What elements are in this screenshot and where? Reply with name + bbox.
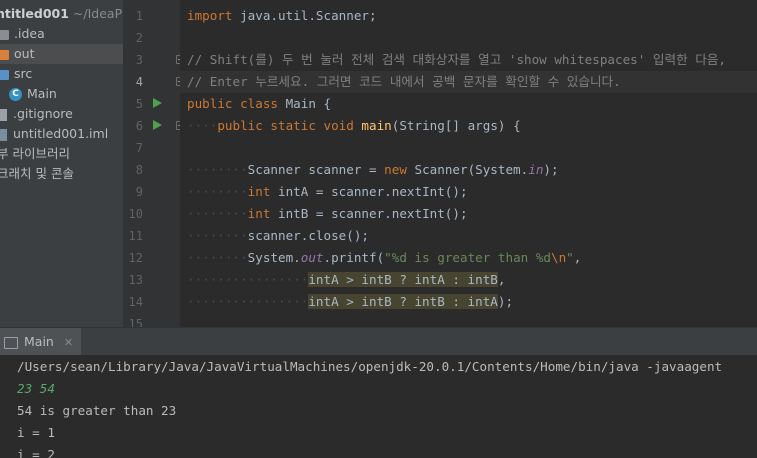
line-number: 5: [135, 97, 143, 111]
code-line-10: ········int intB = scanner.nextInt();: [187, 206, 468, 221]
project-root-path: ~/IdeaPr: [68, 6, 123, 21]
run-class-icon[interactable]: [153, 98, 162, 108]
tree-item-src[interactable]: src: [0, 64, 32, 84]
code-line-11: ········scanner.close();: [187, 228, 369, 243]
code-line-1: import java.util.Scanner;: [187, 8, 377, 23]
console-icon: [4, 336, 18, 349]
console-input: 23 54: [17, 381, 55, 396]
code-line-5: public class Main {: [187, 96, 332, 111]
line-number: 6: [135, 119, 143, 133]
tree-item-label: Main: [27, 86, 57, 101]
project-root[interactable]: ntitled001 ~/IdeaPr: [0, 4, 123, 24]
line-number: 12: [128, 251, 143, 265]
tree-item-main[interactable]: C Main: [9, 84, 57, 104]
tree-item-scratches[interactable]: 크래치 및 콘솔: [0, 164, 74, 184]
tree-item-label: 크래치 및 콘솔: [0, 166, 74, 181]
line-number: 13: [128, 273, 143, 287]
tree-item-external-libraries[interactable]: 부 라이브러리: [0, 144, 70, 164]
tree-item-label: .idea: [14, 26, 45, 41]
line-number: 4: [135, 75, 143, 89]
line-number: 10: [128, 207, 143, 221]
console-command: /Users/sean/Library/Java/JavaVirtualMach…: [17, 359, 723, 374]
code-line-6: ····public static void main(String[] arg…: [187, 118, 521, 133]
tree-item-out[interactable]: out: [0, 44, 123, 64]
code-line-4: // Enter 누르세요. 그러면 코드 내에서 공백 문자를 확인할 수 있…: [187, 74, 621, 89]
line-number: 1: [135, 9, 143, 23]
code-line-3: // Shift(를) 두 번 눌러 전체 검색 대화상자를 열고 'show …: [187, 52, 727, 67]
run-main-icon[interactable]: [153, 120, 162, 130]
run-tab-label: Main: [24, 334, 54, 349]
code-line-8: ········Scanner scanner = new Scanner(Sy…: [187, 162, 559, 177]
line-number: 11: [128, 229, 143, 243]
line-number: 2: [135, 31, 143, 45]
line-number: 7: [135, 141, 143, 155]
folder-icon: [0, 29, 9, 40]
line-number: 14: [128, 295, 143, 309]
console-output-line: i = 1: [17, 425, 55, 440]
tree-item-idea[interactable]: .idea: [0, 24, 45, 44]
tree-item-label: .gitignore: [13, 106, 73, 121]
close-icon[interactable]: ✕: [64, 336, 73, 349]
folder-icon: [0, 49, 9, 60]
editor-gutter[interactable]: 1 2 3 4 5 6 7 8 9 10 11 12 13 14 15: [123, 0, 185, 331]
tree-item-label: src: [14, 66, 33, 81]
console-output-line: 54 is greater than 23: [17, 403, 177, 418]
tree-item-label: 부 라이브러리: [0, 146, 70, 161]
tree-item-label: untitled001.iml: [13, 126, 109, 141]
project-tool-window: ntitled001 ~/IdeaPr .idea out src C Main …: [0, 0, 123, 327]
run-tab-main[interactable]: Main ✕: [0, 328, 82, 355]
code-line-12: ········System.out.printf("%d is greater…: [187, 250, 582, 265]
tree-item-iml[interactable]: untitled001.iml: [0, 124, 108, 144]
code-editor[interactable]: import java.util.Scanner; // Shift(를) 두 …: [180, 0, 757, 327]
tree-item-gitignore[interactable]: .gitignore: [0, 104, 73, 124]
code-line-13: ················intA > intB ? intA : int…: [187, 272, 506, 287]
code-line-9: ········int intA = scanner.nextInt();: [187, 184, 468, 199]
line-number: 3: [135, 53, 143, 67]
folder-icon: [0, 69, 9, 80]
project-root-name: ntitled001: [0, 6, 69, 21]
class-icon: C: [9, 88, 22, 101]
console-output-line: i = 2: [17, 447, 55, 458]
file-icon: [0, 108, 7, 121]
code-line-14: ················intA > intB ? intB : int…: [187, 294, 514, 309]
module-file-icon: [0, 128, 7, 141]
run-console[interactable]: /Users/sean/Library/Java/JavaVirtualMach…: [0, 355, 757, 458]
line-number: 9: [135, 185, 143, 199]
run-tool-window-header: Main ✕: [0, 327, 757, 356]
line-number: 8: [135, 163, 143, 177]
tree-item-label: out: [14, 46, 35, 61]
